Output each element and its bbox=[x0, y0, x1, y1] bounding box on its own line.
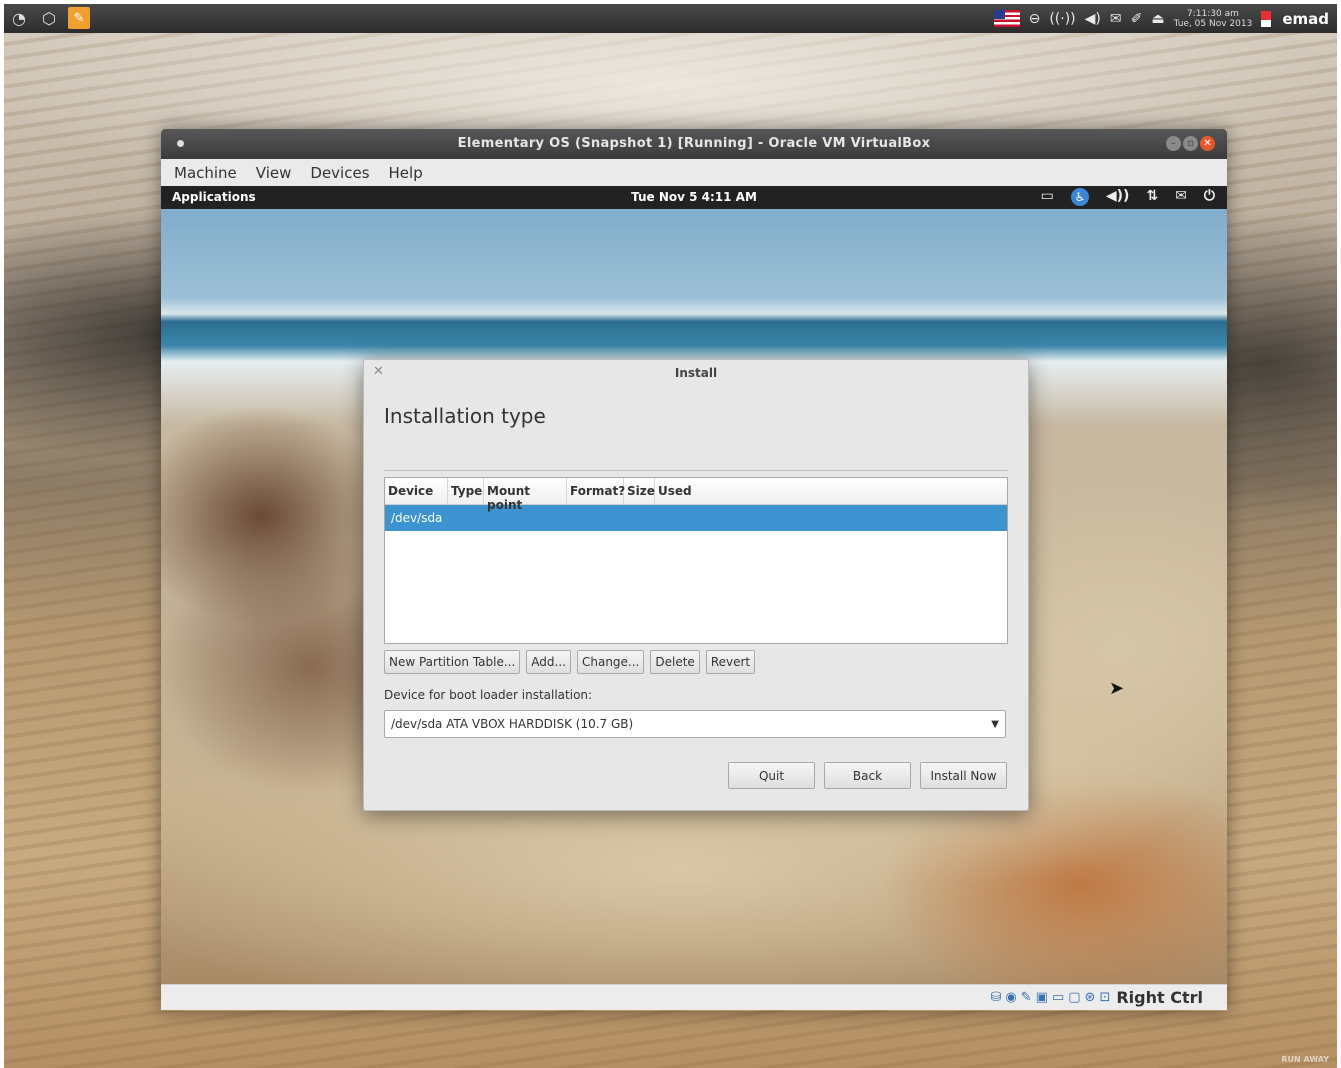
wireless-icon[interactable]: ((·)) bbox=[1049, 11, 1075, 27]
guest-top-panel: Applications Tue Nov 5 4:11 AM ▭ ♿ ◀)) ⇅… bbox=[161, 186, 1227, 209]
install-now-button[interactable]: Install Now bbox=[920, 762, 1007, 789]
mail-icon[interactable]: ✉ bbox=[1175, 188, 1187, 206]
launcher-icon[interactable]: ✎ bbox=[68, 7, 90, 29]
change-button[interactable]: Change... bbox=[576, 650, 645, 674]
display-icon[interactable]: ▢ bbox=[1068, 990, 1080, 1005]
maximize-icon[interactable]: ▫ bbox=[1183, 136, 1198, 151]
column-device[interactable]: Device bbox=[385, 478, 448, 504]
column-format[interactable]: Format? bbox=[567, 478, 625, 504]
quit-button[interactable]: Quit bbox=[728, 762, 815, 789]
dialog-title: Install bbox=[674, 366, 718, 380]
back-button[interactable]: Back bbox=[824, 762, 911, 789]
virtualbox-statusbar: ⛁ ◉ ✎ ▣ ▭ ▢ ⊛ ⊡ Right Ctrl bbox=[161, 984, 1227, 1010]
page-title: Installation type bbox=[384, 404, 546, 428]
accessibility-icon[interactable]: ♿ bbox=[1070, 188, 1089, 206]
power-icon[interactable]: ◔ bbox=[8, 7, 30, 29]
keyboard-capture-icon[interactable]: ⊡ bbox=[1099, 990, 1110, 1005]
new-partition-table-button[interactable]: New Partition Table... bbox=[384, 650, 521, 674]
column-type[interactable]: Type bbox=[448, 478, 484, 504]
boot-loader-label: Device for boot loader installation: bbox=[384, 688, 593, 702]
menu-devices[interactable]: Devices bbox=[310, 164, 369, 182]
shared-folders-icon[interactable]: ▭ bbox=[1052, 990, 1064, 1005]
mail-icon[interactable]: ✉ bbox=[1110, 11, 1122, 27]
boot-loader-value: /dev/sda ATA VBOX HARDDISK (10.7 GB) bbox=[391, 717, 634, 731]
hard-disk-icon[interactable]: ⛁ bbox=[991, 990, 1002, 1005]
transfer-icon[interactable]: ⇅ bbox=[1146, 188, 1158, 206]
virtualbox-icon[interactable]: ⬡ bbox=[38, 7, 60, 29]
optical-drive-icon[interactable]: ◉ bbox=[1005, 990, 1016, 1005]
host-clock[interactable]: 7:11:30 am Tue, 05 Nov 2013 bbox=[1174, 9, 1253, 29]
menubar: Machine View Devices Help bbox=[161, 159, 1227, 186]
guest-screen[interactable]: Applications Tue Nov 5 4:11 AM ▭ ♿ ◀)) ⇅… bbox=[161, 186, 1227, 984]
power-icon[interactable]: ⏻ bbox=[1204, 188, 1215, 206]
install-dialog: ✕ Install Installation type Device Type … bbox=[363, 359, 1029, 811]
column-used[interactable]: Used bbox=[655, 478, 1007, 504]
window-title: Elementary OS (Snapshot 1) [Running] - O… bbox=[457, 136, 931, 151]
delete-button[interactable]: Delete bbox=[650, 650, 700, 674]
mouse-integration-icon[interactable]: ⊛ bbox=[1085, 990, 1096, 1005]
add-button[interactable]: Add... bbox=[526, 650, 571, 674]
menu-machine[interactable]: Machine bbox=[174, 164, 237, 182]
eject-icon[interactable]: ⏏ bbox=[1151, 11, 1164, 27]
usb-icon[interactable]: ✎ bbox=[1021, 990, 1032, 1005]
table-header: Device Type Mount point Format? Size Use… bbox=[385, 478, 1007, 512]
table-row[interactable]: /dev/sda bbox=[385, 505, 1007, 531]
host-key-label: Right Ctrl bbox=[1116, 988, 1203, 1007]
host-top-panel: ◔ ⬡ ✎ ⊖ ((·)) ◀) ✉ ✐ ⏏ 7:11:30 am Tue, 0… bbox=[4, 4, 1337, 33]
column-mount-point[interactable]: Mount point bbox=[484, 478, 567, 512]
dropdown-arrow-icon: ▼ bbox=[991, 719, 999, 730]
wallpaper-watermark: RUN AWAY bbox=[1281, 1055, 1329, 1064]
desktop: ◔ ⬡ ✎ ⊖ ((·)) ◀) ✉ ✐ ⏏ 7:11:30 am Tue, 0… bbox=[4, 4, 1337, 1068]
column-size[interactable]: Size bbox=[624, 478, 655, 504]
partition-table[interactable]: Device Type Mount point Format? Size Use… bbox=[384, 477, 1008, 644]
sync-icon[interactable]: ⊖ bbox=[1029, 11, 1041, 27]
volume-icon[interactable]: ◀) bbox=[1085, 11, 1101, 27]
window-titlebar[interactable]: Elementary OS (Snapshot 1) [Running] - O… bbox=[161, 129, 1227, 159]
mouse-cursor-icon: ➤ bbox=[1109, 678, 1125, 699]
close-icon[interactable]: ✕ bbox=[1200, 136, 1215, 151]
host-date: Tue, 05 Nov 2013 bbox=[1173, 18, 1253, 29]
host-time: 7:11:30 am bbox=[1187, 8, 1239, 19]
virtualbox-window: Elementary OS (Snapshot 1) [Running] - O… bbox=[161, 129, 1227, 1011]
divider bbox=[384, 470, 1008, 471]
menu-view[interactable]: View bbox=[256, 164, 292, 182]
network-icon[interactable]: ✐ bbox=[1131, 11, 1143, 27]
username[interactable]: emad bbox=[1282, 10, 1329, 28]
revert-button[interactable]: Revert bbox=[705, 650, 756, 674]
keyboard-layout-flag-icon[interactable] bbox=[993, 10, 1020, 27]
user-status-icon bbox=[1261, 10, 1272, 27]
minimize-icon[interactable]: – bbox=[1166, 136, 1181, 151]
volume-icon[interactable]: ◀)) bbox=[1106, 188, 1130, 206]
menu-help[interactable]: Help bbox=[389, 164, 423, 182]
network-icon[interactable]: ▭ bbox=[1041, 188, 1054, 206]
boot-loader-select[interactable]: /dev/sda ATA VBOX HARDDISK (10.7 GB) ▼ bbox=[384, 710, 1006, 738]
network-adapter-icon[interactable]: ▣ bbox=[1036, 990, 1048, 1005]
